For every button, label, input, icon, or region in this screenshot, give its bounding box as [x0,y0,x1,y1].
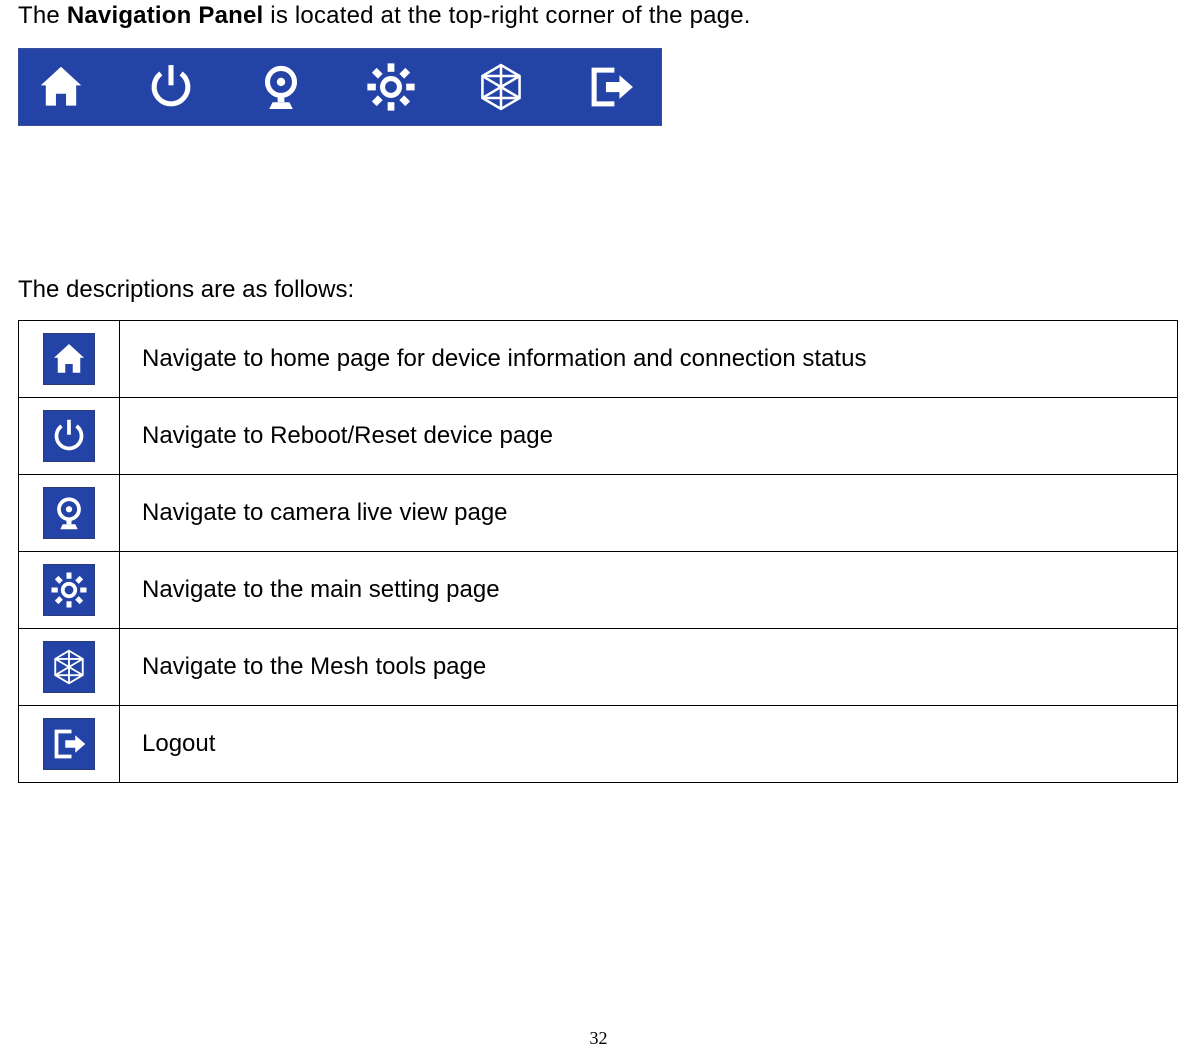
descriptions-intro: The descriptions are as follows: [18,276,1179,304]
table-row: Navigate to camera live view page [19,475,1178,552]
power-icon [141,59,201,115]
table-row: Logout [19,706,1178,783]
desc-camera: Navigate to camera live view page [120,475,1178,552]
intro-text: The Navigation Panel is located at the t… [18,2,1179,30]
desc-gear: Navigate to the main setting page [120,552,1178,629]
icon-cell-camera [19,475,120,552]
gear-icon [43,564,95,616]
intro-suffix: is located at the top-right corner of th… [263,2,750,29]
desc-mesh: Navigate to the Mesh tools page [120,629,1178,706]
navigation-panel-screenshot [18,48,662,126]
page-number: 32 [0,1028,1197,1049]
desc-power: Navigate to Reboot/Reset device page [120,398,1178,475]
mesh-icon [471,59,531,115]
icon-cell-home [19,321,120,398]
icon-cell-logout [19,706,120,783]
intro-prefix: The [18,2,67,29]
icon-description-table: Navigate to home page for device informa… [18,320,1178,783]
intro-bold: Navigation Panel [67,2,264,29]
camera-icon [43,487,95,539]
power-icon [43,410,95,462]
table-row: Navigate to Reboot/Reset device page [19,398,1178,475]
camera-icon [251,59,311,115]
table-row: Navigate to home page for device informa… [19,321,1178,398]
icon-cell-gear [19,552,120,629]
logout-icon [43,718,95,770]
table-row: Navigate to the Mesh tools page [19,629,1178,706]
home-icon [43,333,95,385]
icon-cell-mesh [19,629,120,706]
gear-icon [361,59,421,115]
home-icon [31,59,91,115]
icon-cell-power [19,398,120,475]
desc-logout: Logout [120,706,1178,783]
desc-home: Navigate to home page for device informa… [120,321,1178,398]
table-row: Navigate to the main setting page [19,552,1178,629]
logout-icon [581,59,641,115]
mesh-icon [43,641,95,693]
